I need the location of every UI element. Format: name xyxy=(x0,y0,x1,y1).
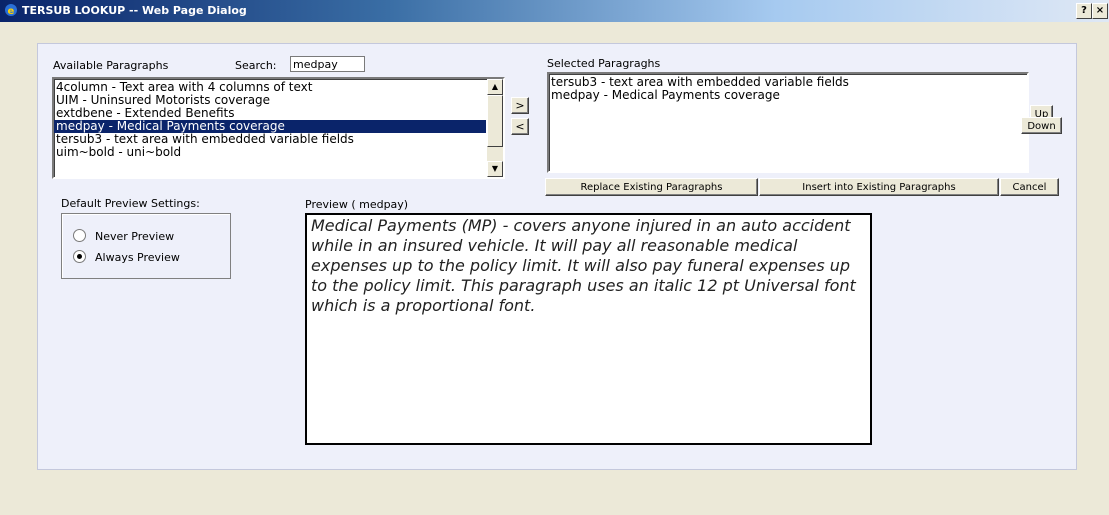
radio-selected-icon xyxy=(77,254,82,259)
preview-text-area: Medical Payments (MP) - covers anyone in… xyxy=(305,213,872,445)
available-list-item[interactable]: extdbene - Extended Benefits xyxy=(54,107,486,120)
search-label: Search: xyxy=(235,59,277,72)
selected-list-item[interactable]: medpay - Medical Payments coverage xyxy=(549,89,1025,102)
ie-icon: e xyxy=(4,3,18,17)
search-input[interactable]: medpay xyxy=(290,56,365,72)
available-list-item[interactable]: UIM - Uninsured Motorists coverage xyxy=(54,94,486,107)
always-preview-label: Always Preview xyxy=(95,251,180,264)
available-list-scrollbar[interactable]: ▲ ▼ xyxy=(487,79,503,177)
available-list-item[interactable]: 4column - Text area with 4 columns of te… xyxy=(54,81,486,94)
selected-paragraphs-list[interactable]: tersub3 - text area with embedded variab… xyxy=(547,72,1029,173)
window-title: TERSUB LOOKUP -- Web Page Dialog xyxy=(22,4,247,17)
available-list-item[interactable]: medpay - Medical Payments coverage xyxy=(54,120,486,133)
scroll-up-icon[interactable]: ▲ xyxy=(487,79,503,95)
add-paragraph-button[interactable]: > xyxy=(511,97,529,114)
scroll-down-icon[interactable]: ▼ xyxy=(487,161,503,177)
remove-paragraph-button[interactable]: < xyxy=(511,118,529,135)
help-button[interactable]: ? xyxy=(1076,3,1092,19)
scroll-thumb[interactable] xyxy=(487,95,503,147)
available-paragraphs-label: Available Paragraphs xyxy=(53,59,169,72)
selected-list-item[interactable]: tersub3 - text area with embedded variab… xyxy=(549,76,1025,89)
never-preview-label: Never Preview xyxy=(95,230,175,243)
always-preview-radio[interactable] xyxy=(73,250,86,263)
cancel-button[interactable]: Cancel xyxy=(1000,178,1059,196)
title-bar: e TERSUB LOOKUP -- Web Page Dialog ? × xyxy=(0,0,1109,22)
insert-into-existing-button[interactable]: Insert into Existing Paragraphs xyxy=(759,178,999,196)
available-list-item[interactable]: tersub3 - text area with embedded variab… xyxy=(54,133,486,146)
available-list-item[interactable]: uim~bold - uni~bold xyxy=(54,146,486,159)
available-paragraphs-list[interactable]: 4column - Text area with 4 columns of te… xyxy=(52,77,505,179)
preview-settings-label: Default Preview Settings: xyxy=(61,197,200,210)
selected-paragraphs-label: Selected Paragraghs xyxy=(547,57,661,70)
preview-label: Preview ( medpay) xyxy=(305,198,409,211)
down-button[interactable]: Down xyxy=(1021,117,1062,134)
never-preview-radio[interactable] xyxy=(73,229,86,242)
replace-existing-button[interactable]: Replace Existing Paragraphs xyxy=(545,178,758,196)
svg-text:e: e xyxy=(8,6,15,17)
preview-settings-group xyxy=(61,213,231,279)
close-button[interactable]: × xyxy=(1092,3,1108,19)
